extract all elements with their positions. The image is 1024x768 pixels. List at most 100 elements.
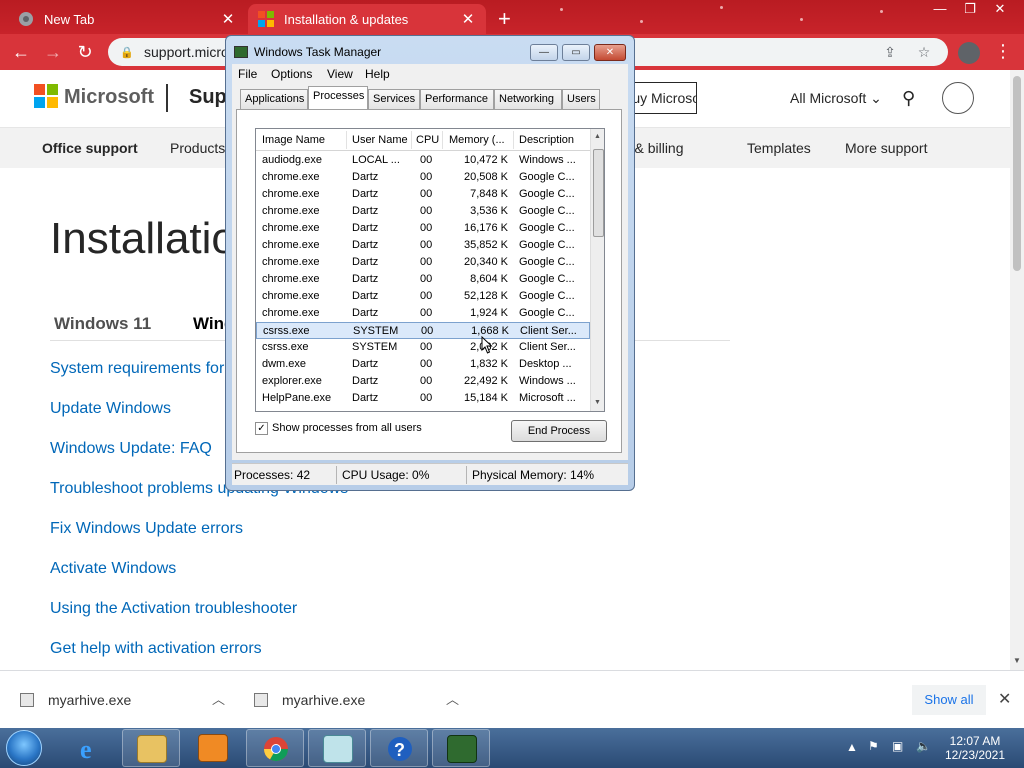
menu-view[interactable]: View (327, 67, 353, 81)
subnav-products[interactable]: Products (170, 140, 225, 156)
menu-help[interactable]: Help (365, 67, 390, 81)
all-microsoft-label: All Microsoft (790, 90, 867, 106)
profile-avatar[interactable] (958, 42, 980, 64)
process-row[interactable]: chrome.exe Dartz 00 20,340 K Google C... (256, 254, 590, 271)
share-icon[interactable]: ⇪ (880, 44, 900, 61)
column-user-name[interactable]: User Name (352, 134, 408, 146)
tab-processes[interactable]: Processes (308, 86, 368, 110)
minimize-icon[interactable]: — (926, 0, 954, 20)
download-item[interactable]: myarhive.exe ︿ (254, 689, 464, 711)
subnav-templates[interactable]: Templates (747, 140, 811, 156)
show-all-processes-checkbox[interactable]: ✓ (255, 422, 268, 435)
subnav-office-support[interactable]: Office support (42, 140, 138, 156)
maximize-button[interactable]: ▭ (562, 44, 590, 61)
notepad-icon[interactable] (308, 729, 366, 767)
column-separator[interactable] (346, 131, 347, 149)
column-image-name[interactable]: Image Name (262, 134, 325, 146)
network-icon[interactable]: ▣ (892, 739, 903, 753)
internet-explorer-icon[interactable]: e (60, 729, 118, 767)
chrome-icon[interactable] (246, 729, 304, 767)
file-explorer-icon[interactable] (122, 729, 180, 767)
show-all-downloads-button[interactable]: Show all (912, 685, 986, 715)
taskbar-clock[interactable]: 12:07 AM 12/23/2021 (940, 734, 1010, 762)
link-update-windows[interactable]: Update Windows (50, 400, 171, 418)
column-cpu[interactable]: CPU (416, 134, 439, 146)
column-memory[interactable]: Memory (... (449, 134, 505, 146)
process-row[interactable]: csrss.exe SYSTEM 00 1,668 K Client Ser... (256, 322, 590, 339)
column-separator[interactable] (442, 131, 443, 149)
menu-options[interactable]: Options (271, 67, 312, 81)
process-row[interactable]: chrome.exe Dartz 00 35,852 K Google C... (256, 237, 590, 254)
link-activate-windows[interactable]: Activate Windows (50, 560, 176, 578)
start-button[interactable] (6, 730, 42, 766)
download-item[interactable]: myarhive.exe ︿ (20, 689, 230, 711)
back-arrow-icon[interactable]: ← (8, 40, 34, 64)
process-row[interactable]: dwm.exe Dartz 00 1,832 K Desktop ... (256, 356, 590, 373)
account-icon[interactable] (942, 82, 974, 114)
link-windows-update-faq[interactable]: Windows Update: FAQ (50, 440, 212, 458)
process-row[interactable]: chrome.exe Dartz 00 1,924 K Google C... (256, 305, 590, 322)
all-microsoft-menu[interactable]: All Microsoft ⌄ (790, 90, 882, 107)
process-row[interactable]: chrome.exe Dartz 00 7,848 K Google C... (256, 186, 590, 203)
process-list-scrollbar[interactable]: ▲ ▼ (590, 129, 604, 411)
column-description[interactable]: Description (519, 134, 574, 146)
close-tab-icon[interactable]: ✕ (220, 10, 236, 28)
scrollbar-thumb[interactable] (593, 149, 604, 237)
process-user-name: Dartz (352, 375, 379, 387)
close-button[interactable]: ✕ (594, 44, 626, 61)
tab-installation-updates[interactable]: Installation & updates ✕ (248, 4, 486, 34)
menu-file[interactable]: File (238, 67, 257, 81)
chevron-up-icon[interactable]: ︿ (446, 689, 459, 708)
bookmark-star-icon[interactable]: ☆ (914, 44, 934, 61)
tab-new-tab[interactable]: New Tab ✕ (8, 4, 246, 34)
restore-icon[interactable]: ❐ (956, 0, 984, 20)
forward-arrow-icon[interactable]: → (40, 40, 66, 64)
process-row[interactable]: chrome.exe Dartz 00 3,536 K Google C... (256, 203, 590, 220)
link-activation-errors[interactable]: Get help with activation errors (50, 640, 262, 658)
media-player-icon[interactable] (184, 729, 242, 767)
brand-name[interactable]: Microsoft (64, 86, 154, 109)
process-row[interactable]: csrss.exe SYSTEM 00 2,032 K Client Ser... (256, 339, 590, 356)
link-activation-troubleshooter[interactable]: Using the Activation troubleshooter (50, 600, 297, 618)
task-manager-icon[interactable] (432, 729, 490, 767)
close-icon[interactable]: ✕ (986, 0, 1014, 20)
process-row[interactable]: HelpPane.exe Dartz 00 15,184 K Microsoft ... (256, 390, 590, 407)
reload-icon[interactable]: ↻ (72, 40, 98, 64)
link-fix-update-errors[interactable]: Fix Windows Update errors (50, 520, 243, 538)
search-icon[interactable]: ⚲ (902, 88, 922, 108)
close-tab-icon[interactable]: ✕ (460, 10, 476, 28)
process-list[interactable]: Image Name User Name CPU Memory (... Des… (255, 128, 605, 412)
tab-services[interactable]: Services (368, 89, 420, 109)
chevron-up-icon[interactable]: ︿ (212, 689, 225, 708)
close-icon[interactable]: ✕ (998, 689, 1011, 709)
scroll-up-arrow-icon[interactable]: ▲ (594, 133, 601, 140)
subnav-more-support[interactable]: More support (845, 140, 927, 156)
tab-windows-11[interactable]: Windows 11 (54, 314, 151, 334)
tab-applications[interactable]: Applications (240, 89, 308, 109)
help-icon[interactable]: ? (370, 729, 428, 767)
tab-users[interactable]: Users (562, 89, 600, 109)
end-process-button[interactable]: End Process (511, 420, 607, 442)
process-row[interactable]: chrome.exe Dartz 00 52,128 K Google C... (256, 288, 590, 305)
tab-networking[interactable]: Networking (494, 89, 562, 109)
scrollbar-thumb[interactable] (1013, 76, 1021, 271)
process-row[interactable]: explorer.exe Dartz 00 22,492 K Windows ... (256, 373, 590, 390)
scroll-down-arrow-icon[interactable]: ▼ (1013, 656, 1021, 665)
process-row[interactable]: chrome.exe Dartz 00 8,604 K Google C... (256, 271, 590, 288)
process-row[interactable]: audiodg.exe LOCAL ... 00 10,472 K Windows ..… (256, 152, 590, 169)
process-row[interactable]: chrome.exe Dartz 00 16,176 K Google C... (256, 220, 590, 237)
process-row[interactable]: chrome.exe Dartz 00 20,508 K Google C... (256, 169, 590, 186)
show-hidden-icons-icon[interactable]: ▲ (846, 740, 858, 754)
page-scrollbar[interactable]: ▼ (1010, 70, 1024, 670)
window-titlebar[interactable]: Windows Task Manager (234, 42, 381, 62)
column-separator[interactable] (411, 131, 412, 149)
column-separator[interactable] (513, 131, 514, 149)
menu-kebab-icon[interactable]: ⋮ (994, 41, 1012, 62)
minimize-button[interactable]: — (530, 44, 558, 61)
action-center-flag-icon[interactable]: ⚑ (868, 739, 879, 753)
scroll-down-arrow-icon[interactable]: ▼ (594, 399, 601, 406)
microsoft-logo-icon[interactable] (34, 84, 58, 108)
tab-performance[interactable]: Performance (420, 89, 494, 109)
new-tab-button[interactable]: + (498, 6, 511, 32)
volume-icon[interactable]: 🔈 (916, 739, 931, 753)
